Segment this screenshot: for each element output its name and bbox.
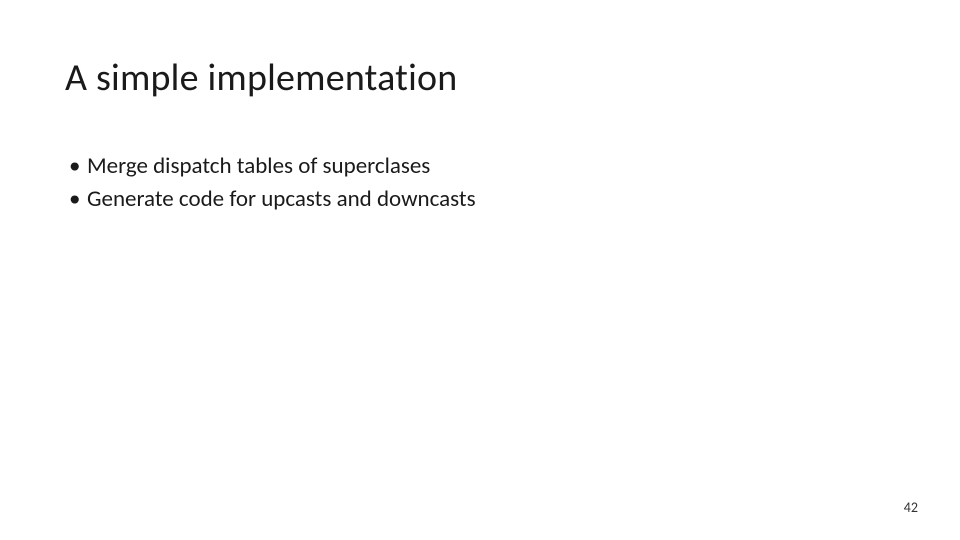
list-item: Generate code for upcasts and downcasts <box>69 184 895 215</box>
bullet-list: Merge dispatch tables of superclases Gen… <box>65 151 895 215</box>
slide-container: A simple implementation Merge dispatch t… <box>0 0 960 540</box>
list-item: Merge dispatch tables of superclases <box>69 151 895 182</box>
page-number: 42 <box>904 499 918 516</box>
slide-title: A simple implementation <box>65 55 895 101</box>
